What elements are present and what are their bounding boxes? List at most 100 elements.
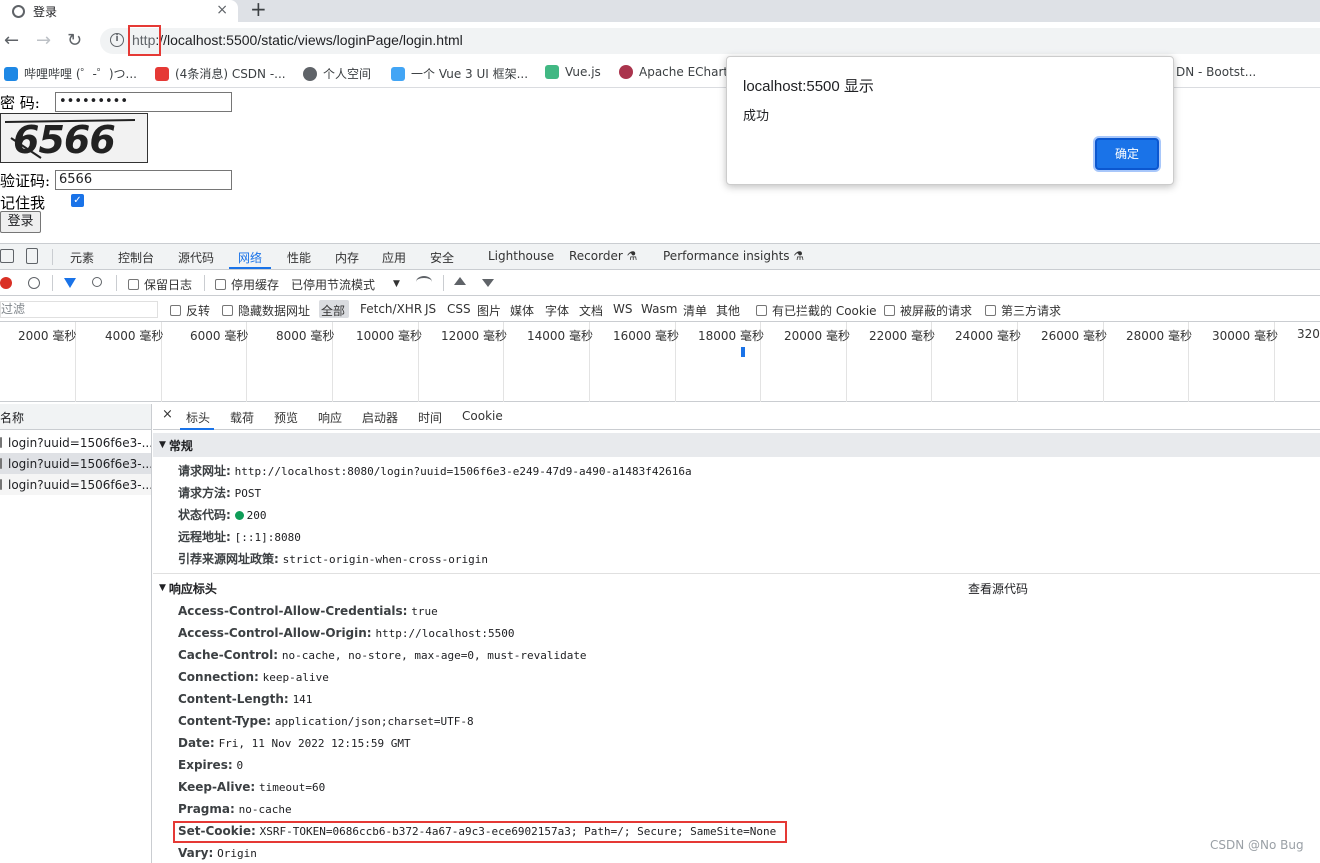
preserve-log-checkbox[interactable] [128, 279, 139, 290]
tab-security[interactable]: 安全 [430, 249, 454, 266]
filter-type-ws[interactable]: WS [613, 302, 632, 316]
filter-type-media[interactable]: 媒体 [510, 302, 534, 319]
preserve-log-toggle[interactable]: 保留日志 [128, 276, 192, 293]
disable-cache-checkbox[interactable] [215, 279, 226, 290]
export-har-icon[interactable] [482, 279, 494, 287]
blocked-requests-toggle[interactable]: 被屏蔽的请求 [884, 302, 972, 319]
bookmark-vuejs[interactable]: Vue.js [545, 65, 601, 79]
tab-elements[interactable]: 元素 [70, 249, 94, 266]
search-icon[interactable] [92, 277, 102, 287]
view-source-link[interactable]: 查看源代码 [968, 580, 1028, 597]
chevron-down-icon[interactable]: ▼ [393, 279, 400, 289]
tab-recorder[interactable]: Recorder ⚗ [569, 249, 637, 263]
general-section-header[interactable]: ▼ 常规 [153, 433, 1320, 457]
timeline-label: 20000 毫秒 [784, 329, 850, 343]
close-detail-icon[interactable]: × [162, 407, 173, 422]
clear-icon[interactable] [28, 277, 40, 289]
tab-close-icon[interactable]: × [216, 2, 228, 18]
bookmark-label: 哔哩哔哩 (゜-゜)つ... [24, 67, 137, 81]
tab-lighthouse[interactable]: Lighthouse [488, 249, 554, 263]
url-text[interactable]: http://localhost:5500/static/views/login… [132, 32, 463, 48]
invert-toggle[interactable]: 反转 [170, 302, 210, 319]
blocked-cookies-checkbox[interactable] [756, 305, 767, 316]
disable-cache-toggle[interactable]: 停用缓存 [215, 276, 279, 293]
filter-type-other[interactable]: 其他 [716, 302, 740, 319]
blocked-requests-label: 被屏蔽的请求 [900, 304, 973, 318]
filter-type-font[interactable]: 字体 [545, 302, 569, 319]
password-label: 密 码: [0, 94, 40, 112]
filter-type-manifest[interactable]: 清单 [683, 302, 707, 319]
blocked-cookies-toggle[interactable]: 有已拦截的 Cookie [756, 302, 877, 319]
request-name: login?uuid=1506f6e3-... [8, 456, 151, 471]
tab-sources[interactable]: 源代码 [178, 249, 214, 266]
tab-performance[interactable]: 性能 [287, 249, 311, 266]
info-icon[interactable]: i [110, 33, 124, 47]
timeline-label: 30000 毫秒 [1212, 329, 1278, 343]
invert-checkbox[interactable] [170, 305, 181, 316]
back-button[interactable]: ← [4, 30, 19, 51]
captcha-label: 验证码: [0, 172, 51, 190]
filter-type-fetch[interactable]: Fetch/XHR [360, 302, 422, 316]
filter-type-doc[interactable]: 文档 [579, 302, 603, 319]
filter-input[interactable]: 过滤 [0, 301, 158, 318]
ok-button[interactable]: 确定 [1095, 138, 1159, 170]
request-row[interactable]: login?uuid=1506f6e3-... [0, 474, 151, 495]
filter-type-all[interactable]: 全部 [321, 302, 345, 319]
device-toolbar-icon[interactable] [26, 248, 38, 264]
network-conditions-icon[interactable] [416, 276, 432, 288]
vue-icon [545, 65, 559, 79]
tab-response[interactable]: 响应 [318, 409, 342, 426]
tab-initiator[interactable]: 启动器 [362, 409, 398, 426]
tab-console[interactable]: 控制台 [118, 249, 154, 266]
filter-icon[interactable] [64, 278, 76, 288]
throttling-select[interactable]: 已停用节流模式 [291, 276, 375, 293]
request-row[interactable]: login?uuid=1506f6e3-... [0, 432, 151, 453]
bookmark-bootstrap[interactable]: DN - Bootst... [1176, 65, 1256, 79]
bookmark-vue-ui[interactable]: 一个 Vue 3 UI 框架... [391, 65, 528, 82]
bookmark-bilibili[interactable]: 哔哩哔哩 (゜-゜)つ... [4, 65, 137, 82]
response-headers-section-header[interactable]: ▼ 响应标头 [153, 576, 1320, 600]
tab-timing[interactable]: 时间 [418, 409, 442, 426]
timeline-request-bar[interactable] [741, 347, 745, 357]
request-row-selected[interactable]: login?uuid=1506f6e3-... [0, 453, 151, 474]
browser-tab[interactable]: 登录 × [0, 0, 238, 22]
captcha-image[interactable]: 6566 [0, 113, 148, 163]
inspect-icon[interactable] [0, 249, 14, 263]
timeline-label: 12000 毫秒 [441, 329, 507, 343]
remember-checkbox[interactable]: ✓ [71, 194, 84, 207]
new-tab-button[interactable]: + [250, 0, 267, 21]
name-column-header[interactable]: 名称 [0, 409, 24, 426]
reload-button[interactable]: ↻ [67, 30, 82, 51]
tab-headers[interactable]: 标头 [186, 409, 210, 426]
record-icon[interactable] [0, 277, 12, 289]
filter-type-css[interactable]: CSS [447, 302, 471, 316]
login-button[interactable]: 登录 [0, 211, 41, 233]
filter-type-img[interactable]: 图片 [477, 302, 501, 319]
response-headers-title: 响应标头 [168, 581, 217, 596]
tab-performance-insights[interactable]: Performance insights ⚗ [663, 249, 804, 263]
bookmark-csdn[interactable]: (4条消息) CSDN -... [155, 65, 286, 82]
bookmark-personal-space[interactable]: 个人空间 [303, 65, 371, 82]
bookmark-echarts[interactable]: Apache EChart [619, 65, 728, 79]
bookmark-label: Apache EChart [639, 65, 729, 79]
captcha-noise [4, 119, 136, 159]
tab-network[interactable]: 网络 [238, 249, 262, 266]
tab-cookies[interactable]: Cookie [462, 409, 503, 423]
password-input[interactable]: ••••••••• [55, 92, 232, 112]
tab-payload[interactable]: 载荷 [230, 409, 254, 426]
hide-data-urls-toggle[interactable]: 隐藏数据网址 [222, 302, 310, 319]
third-party-checkbox[interactable] [985, 305, 996, 316]
captcha-input[interactable]: 6566 [55, 170, 232, 190]
tab-preview[interactable]: 预览 [274, 409, 298, 426]
tab-application[interactable]: 应用 [382, 249, 406, 266]
timeline-label: 8000 毫秒 [276, 329, 335, 343]
third-party-toggle[interactable]: 第三方请求 [985, 302, 1061, 319]
blocked-requests-checkbox[interactable] [884, 305, 895, 316]
tab-memory[interactable]: 内存 [335, 249, 359, 266]
hide-data-urls-checkbox[interactable] [222, 305, 233, 316]
forward-button[interactable]: → [36, 30, 51, 51]
watermark: CSDN @No Bug [1210, 838, 1304, 852]
import-har-icon[interactable] [454, 277, 466, 285]
filter-type-js[interactable]: JS [425, 302, 436, 316]
filter-type-wasm[interactable]: Wasm [641, 302, 677, 316]
